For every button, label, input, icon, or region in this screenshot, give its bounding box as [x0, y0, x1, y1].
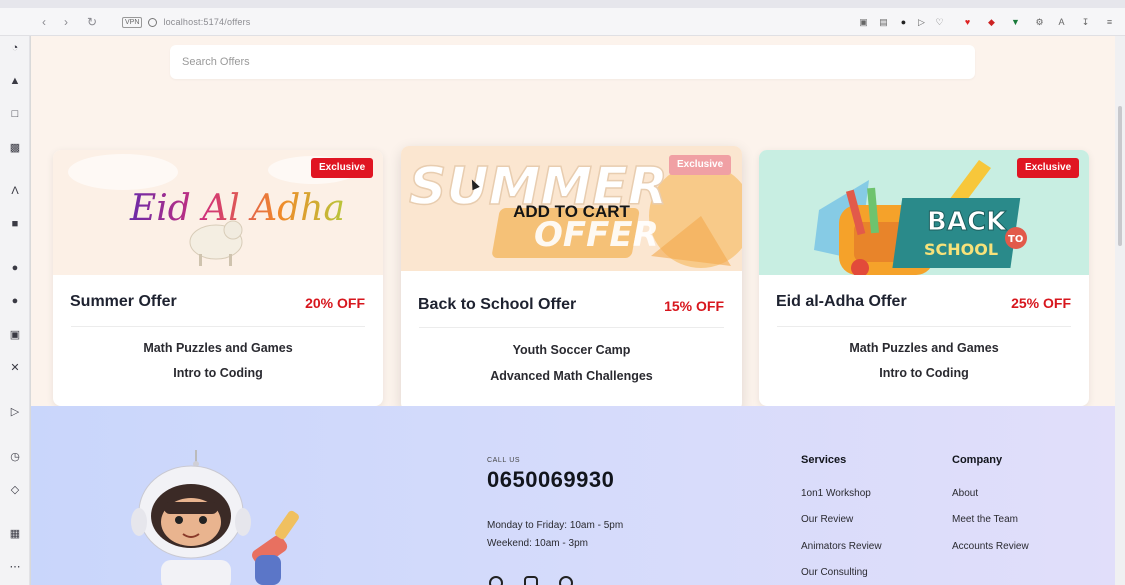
address-bar[interactable]: VPN localhost:5174/offers — [122, 15, 251, 29]
workspaces-icon[interactable]: ▦ — [7, 525, 23, 541]
shield-icon[interactable]: ● — [898, 17, 909, 28]
browser-sidebar: ◔ ▲ □ ▩ Λ ■ ● ● ▣ ✕ ▷ ◷ ◇ ▦ ⋯ — [0, 36, 30, 585]
svg-text:BACK: BACK — [927, 207, 1007, 237]
extension-icon[interactable]: ♥ — [962, 17, 973, 28]
vpn-badge[interactable]: VPN — [122, 16, 143, 28]
search-input[interactable] — [170, 45, 975, 79]
exclusive-badge: Exclusive — [311, 158, 374, 178]
settings-icon[interactable]: ⚙ — [1034, 17, 1045, 28]
footer-link[interactable]: About — [952, 488, 978, 499]
course-item: Intro to Coding — [879, 366, 969, 380]
whatsapp-icon[interactable] — [559, 576, 573, 585]
reader-icon[interactable]: ▤ — [878, 17, 889, 28]
offer-title: Summer Offer — [70, 293, 177, 310]
offer-card[interactable]: SUMMER OFFER ADD TO CART Exclusive Back … — [401, 146, 742, 411]
discount-label: 15% OFF — [664, 298, 724, 314]
cube-icon[interactable]: ◇ — [7, 481, 23, 497]
footer-link[interactable]: Meet the Team — [952, 514, 1018, 525]
course-item: Advanced Math Challenges — [490, 369, 653, 383]
discount-label: 20% OFF — [305, 295, 365, 311]
hours-weekday: Monday to Friday: 10am - 5pm — [487, 520, 624, 531]
translate-icon[interactable]: A — [1056, 17, 1067, 28]
offer-card[interactable]: Eid Al Adha Exclusive Summer Offer 20% O… — [53, 150, 383, 406]
facebook-icon[interactable] — [489, 576, 503, 585]
svg-text:SCHOOL: SCHOOL — [924, 240, 998, 259]
aria-icon[interactable]: Λ — [7, 183, 23, 199]
scrollbar-thumb[interactable] — [1118, 106, 1122, 246]
screenshot-icon[interactable]: ▣ — [858, 17, 869, 28]
offer-card[interactable]: BACK TO SCHOOL Exclusive Eid al-Adha Off… — [759, 150, 1089, 406]
x-icon[interactable]: ✕ — [7, 359, 23, 375]
chat-icon[interactable]: □ — [7, 106, 23, 122]
app-icon[interactable]: ■ — [7, 216, 23, 232]
footer-link[interactable]: Our Review — [801, 514, 853, 525]
instagram-icon[interactable]: ▣ — [7, 326, 23, 342]
course-item: Math Puzzles and Games — [143, 341, 293, 355]
discount-label: 25% OFF — [1011, 295, 1071, 311]
footer-link[interactable]: Accounts Review — [952, 541, 1029, 552]
exclusive-badge: Exclusive — [669, 155, 732, 175]
speed-dial-icon[interactable]: ◔ — [7, 40, 23, 56]
course-item: Youth Soccer Camp — [512, 343, 631, 357]
card-divider — [419, 327, 724, 328]
hours-weekend: Weekend: 10am - 3pm — [487, 538, 588, 549]
site-info-icon[interactable] — [148, 17, 158, 27]
course-item: Math Puzzles and Games — [849, 341, 999, 355]
menu-icon[interactable]: ≡ — [1104, 17, 1115, 28]
offer-title: Back to School Offer — [418, 296, 577, 313]
offers-page: Eid Al Adha Exclusive Summer Offer 20% O… — [31, 36, 1115, 585]
telegram-icon[interactable]: ● — [7, 293, 23, 309]
ublock-icon[interactable]: ◆ — [986, 17, 997, 28]
offer-title: Eid al-Adha Offer — [776, 293, 907, 310]
add-to-cart-button[interactable]: ADD TO CART — [401, 202, 742, 222]
download-icon[interactable]: ↧ — [1080, 17, 1091, 28]
url-text[interactable]: localhost:5174/offers — [163, 17, 250, 27]
instagram-icon[interactable] — [524, 576, 538, 585]
heart-icon[interactable]: ♡ — [934, 17, 945, 28]
play-icon[interactable]: ▷ — [916, 17, 927, 28]
course-item: Intro to Coding — [173, 366, 263, 380]
reload-icon[interactable]: ↻ — [84, 14, 100, 30]
browser-tab-strip[interactable] — [0, 0, 1125, 8]
back-icon[interactable]: ‹ — [36, 14, 52, 30]
astronaut-mascot-image — [131, 450, 299, 585]
messenger-icon[interactable]: ● — [7, 260, 23, 276]
player-icon[interactable]: ▷ — [7, 403, 23, 419]
card-divider — [71, 326, 365, 327]
svg-text:TO: TO — [1008, 234, 1023, 245]
vpn-extension-icon[interactable]: ▼ — [1010, 17, 1021, 28]
site-footer: CALL US 0650069930 Monday to Friday: 10a… — [31, 406, 1115, 585]
phone-number[interactable]: 0650069930 — [487, 467, 614, 493]
footer-link[interactable]: Animators Review — [801, 541, 882, 552]
exclusive-badge: Exclusive — [1017, 158, 1080, 178]
history-icon[interactable]: ◷ — [7, 448, 23, 464]
footer-link[interactable]: 1on1 Workshop — [801, 488, 871, 499]
forward-icon[interactable]: › — [58, 14, 74, 30]
company-heading: Company — [952, 454, 1003, 466]
footer-link[interactable]: Our Consulting — [801, 567, 868, 578]
page-scrollbar[interactable] — [1115, 36, 1125, 585]
box-icon[interactable]: ▩ — [7, 139, 23, 155]
bag-icon[interactable]: ▲ — [7, 73, 23, 89]
more-icon[interactable]: ⋯ — [7, 558, 23, 574]
call-us-label: CALL US — [487, 457, 521, 464]
services-heading: Services — [801, 454, 847, 466]
browser-toolbar: ‹ › ↻ VPN localhost:5174/offers ▣ ▤ ● ▷ … — [0, 8, 1125, 36]
card-divider — [777, 326, 1071, 327]
